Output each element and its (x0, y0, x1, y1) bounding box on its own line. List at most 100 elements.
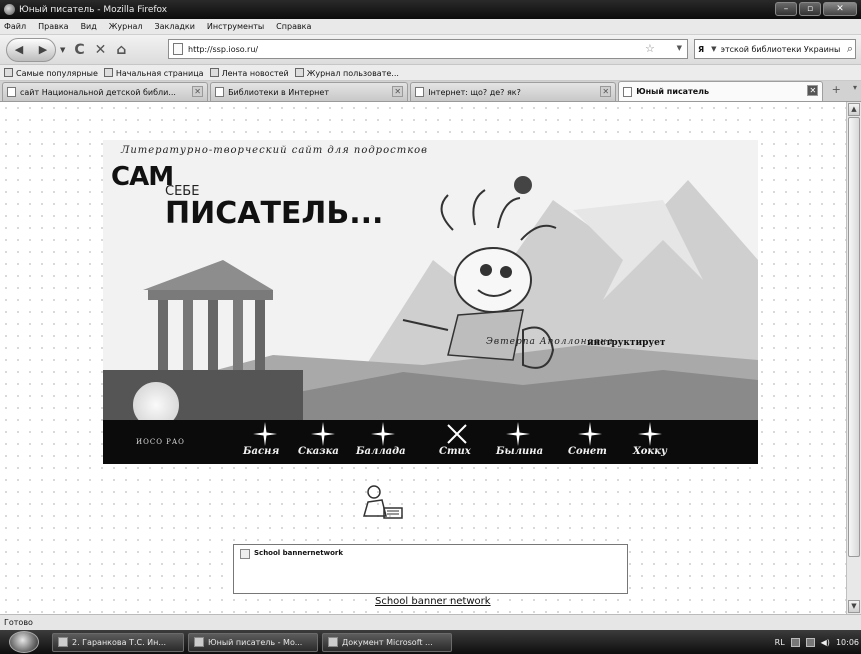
network-icon[interactable] (790, 637, 800, 647)
tab-libraries-internet[interactable]: Библиотеки в Интернет ✕ (210, 82, 409, 101)
search-engine-dropdown-icon[interactable]: ▼ (711, 45, 716, 53)
url-text[interactable]: http://ssp.ioso.ru/ (188, 45, 258, 54)
status-bar: Готово (0, 614, 861, 630)
firefox-icon (4, 4, 15, 15)
logo-word-sam: САМ (111, 162, 174, 192)
tab-close-icon[interactable]: ✕ (192, 86, 204, 97)
tab-label: Інтернет: що? де? як? (428, 87, 521, 97)
search-engine-icon[interactable]: Я (698, 45, 704, 54)
word-icon (58, 637, 68, 647)
search-icon[interactable]: ⌕ (847, 42, 853, 56)
genre-link-skazka[interactable]: Сказка (298, 446, 339, 457)
bookmark-label: Журнал пользовате... (306, 68, 399, 78)
scroll-thumb[interactable] (848, 117, 860, 557)
genre-link-bylina[interactable]: Былина (496, 446, 543, 457)
back-button[interactable]: ◀ (15, 43, 23, 56)
history-dropdown-icon[interactable]: ▼ (60, 46, 65, 54)
bookmark-star-icon[interactable]: ☆ (645, 42, 669, 66)
search-input[interactable]: этской библиотеки Украины (721, 45, 841, 54)
menu-history[interactable]: Журнал (109, 22, 143, 31)
start-button[interactable] (0, 630, 48, 654)
sparkle-icon (311, 422, 335, 446)
site-tagline: Литературно-творческий сайт для подростк… (121, 145, 428, 156)
forward-button[interactable]: ▶ (39, 43, 47, 56)
url-dropdown-icon[interactable]: ▼ (677, 44, 682, 52)
tab-young-writer[interactable]: Юный писатель ✕ (618, 81, 824, 101)
genre-link-basnya[interactable]: Басня (243, 446, 279, 457)
bookmark-label: Самые популярные (16, 68, 98, 78)
stop-button[interactable]: ✕ (95, 42, 107, 58)
menu-file[interactable]: Файл (4, 22, 26, 31)
tab-national-library[interactable]: сайт Национальной детской библи... ✕ (2, 82, 209, 101)
back-forward-group: ◀ ▶ (6, 37, 56, 62)
url-bar[interactable]: http://ssp.ioso.ru/ ☆ ▼ (168, 39, 688, 59)
minimize-button[interactable]: – (775, 2, 797, 16)
bookmark-most-visited[interactable]: Самые популярные (4, 67, 98, 78)
navigation-toolbar: ◀ ▶ ▼ C ✕ ⌂ http://ssp.ioso.ru/ ☆ ▼ Я ▼ … (0, 35, 861, 65)
sparkle-icon (638, 422, 662, 446)
logo-word-pisatel: ПИСАТЕЛЬ... (165, 196, 384, 231)
close-button[interactable]: ✕ (823, 2, 857, 16)
task-label: 2. Гаранкова Т.С. Ин... (72, 637, 166, 647)
system-tray: RL ◀) 10:06 (775, 633, 859, 651)
genre-link-stikh[interactable]: Стих (439, 446, 471, 457)
firefox-icon (194, 637, 204, 647)
scroll-down-icon[interactable]: ▼ (848, 600, 860, 613)
sparkle-icon (253, 422, 277, 446)
reload-button[interactable]: C (74, 42, 84, 58)
genre-navigation: ИОСО РАО Басня Сказка Баллада Стих Былин… (103, 420, 758, 464)
bookmark-user-journal[interactable]: Журнал пользовате... (294, 67, 399, 78)
tab-internet-what-where[interactable]: Інтернет: що? де? як? ✕ (410, 82, 617, 101)
sparkle-icon (578, 422, 602, 446)
clock[interactable]: 10:06 (836, 638, 859, 647)
tab-close-icon[interactable]: ✕ (807, 85, 819, 96)
taskbar-item-firefox[interactable]: Юный писатель - Mo... (188, 632, 318, 652)
search-bar[interactable]: Я ▼ этской библиотеки Украины ⌕ (694, 39, 856, 59)
tab-favicon (215, 87, 225, 97)
volume-icon[interactable]: ◀) (821, 638, 830, 647)
bookmark-news-feed[interactable]: Лента новостей (209, 67, 289, 78)
scroll-up-icon[interactable]: ▲ (848, 103, 860, 116)
bookmark-icon (103, 67, 113, 77)
menu-bookmarks[interactable]: Закладки (154, 22, 194, 31)
vertical-scrollbar[interactable]: ▲ ▼ (846, 102, 861, 614)
tab-close-icon[interactable]: ✕ (600, 86, 612, 97)
task-label: Юный писатель - Mo... (208, 637, 303, 647)
taskbar-item-word-doc[interactable]: 2. Гаранкова Т.С. Ин... (52, 632, 184, 652)
menu-help[interactable]: Справка (276, 22, 311, 31)
status-text: Готово (4, 618, 33, 627)
rss-feed-icon (209, 67, 219, 77)
tab-strip: сайт Национальной детской библи... ✕ Биб… (0, 81, 861, 102)
bookmark-icon (4, 67, 13, 77)
bookmark-label: Начальная страница (115, 68, 204, 78)
maximize-button[interactable]: ▫ (799, 2, 821, 16)
rss-feed-icon (294, 67, 304, 77)
tab-label: сайт Национальной детской библи... (20, 87, 176, 97)
genre-link-khokku[interactable]: Хокку (633, 446, 667, 457)
writer-figure-image (363, 485, 403, 519)
school-banner-box[interactable]: School bannernetwork (233, 544, 628, 594)
window-title-bar[interactable]: Юный писатель - Mozilla Firefox – ▫ ✕ (0, 0, 861, 19)
bookmark-label: Лента новостей (221, 68, 289, 78)
language-indicator[interactable]: RL (775, 638, 785, 647)
genre-link-ballada[interactable]: Баллада (356, 446, 406, 457)
school-banner-network-link[interactable]: School banner network (375, 596, 491, 607)
menu-view[interactable]: Вид (81, 22, 97, 31)
tab-label: Юный писатель (636, 87, 710, 96)
home-button[interactable]: ⌂ (116, 42, 126, 58)
new-tab-button[interactable]: + (825, 83, 847, 101)
tab-scroll-icon[interactable]: ▾ (849, 83, 861, 101)
tab-close-icon[interactable]: ✕ (392, 86, 404, 97)
bookmark-start-page[interactable]: Начальная страница (103, 67, 204, 78)
genre-link-sonet[interactable]: Сонет (568, 446, 607, 457)
menu-edit[interactable]: Правка (38, 22, 68, 31)
windows-orb-icon (9, 631, 39, 653)
word-icon (328, 637, 338, 647)
page-icon (173, 43, 183, 55)
windows-taskbar: 2. Гаранкова Т.С. Ин... Юный писатель - … (0, 630, 861, 654)
security-icon[interactable] (805, 637, 815, 647)
muse-caption-instructs: инструктирует (587, 338, 666, 348)
taskbar-item-word-doc-2[interactable]: Документ Microsoft ... (322, 632, 452, 652)
banner-box-text: School bannernetwork (254, 549, 343, 557)
menu-tools[interactable]: Инструменты (207, 22, 264, 31)
